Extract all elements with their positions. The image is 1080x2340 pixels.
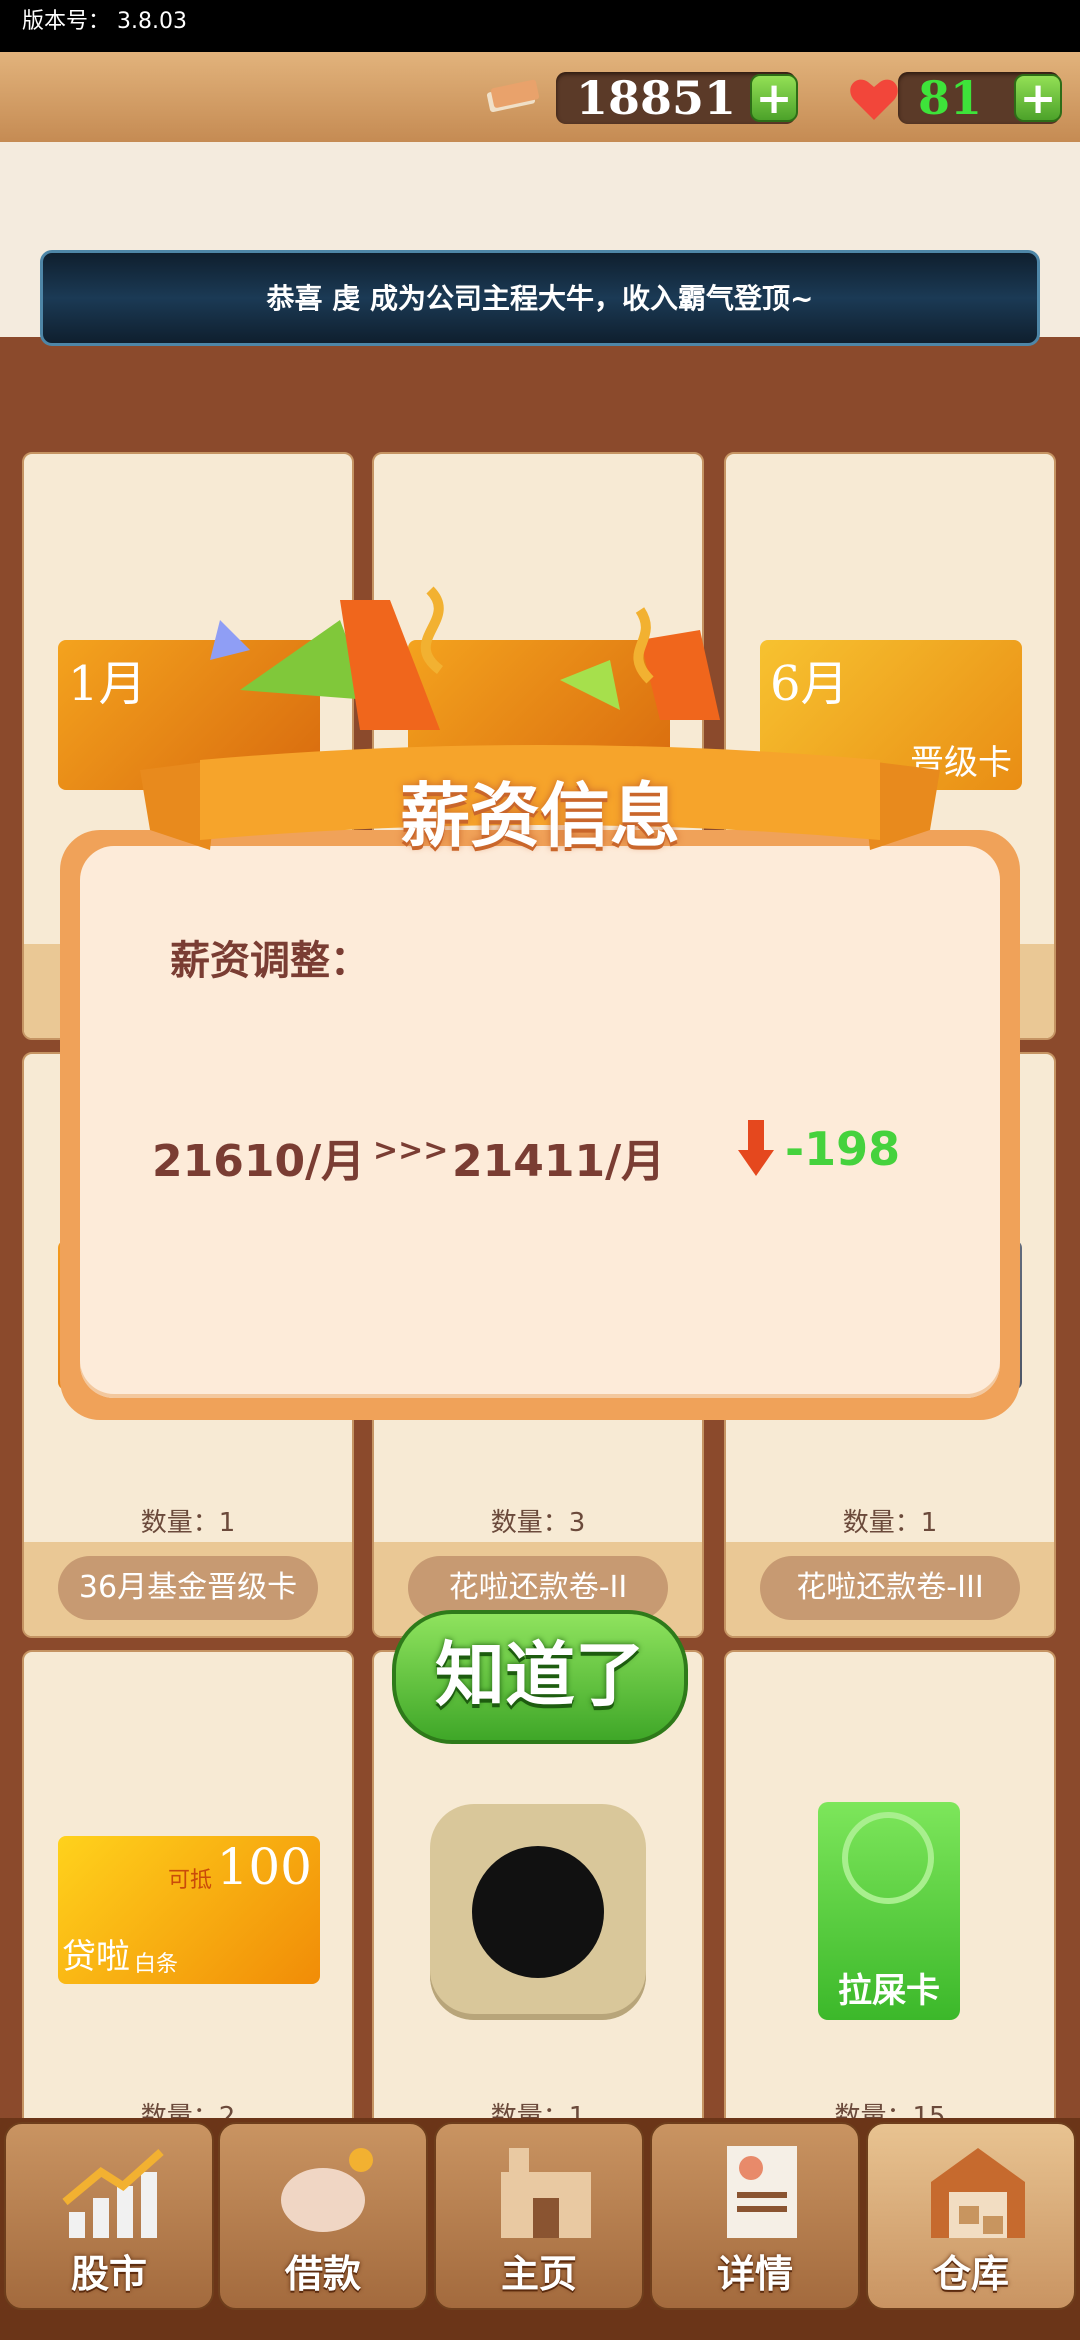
money-icon: [484, 78, 544, 116]
nav-label: 仓库: [932, 2252, 1009, 2296]
confirm-button[interactable]: 知道了: [392, 1610, 688, 1744]
add-hearts-button[interactable]: +: [1014, 74, 1062, 122]
nav-label: 主页: [500, 2252, 577, 2296]
item-quantity: 数量：1: [140, 1508, 236, 1538]
item-quantity: 数量：1: [842, 1508, 938, 1538]
item-name: 花啦还款卷-III: [760, 1556, 1020, 1620]
top-resource-bar: 18851 + 81 +: [0, 52, 1080, 144]
status-bar: 版本号： 3.8.03: [0, 0, 1080, 52]
chart-up-icon: [61, 2142, 164, 2242]
loan-card-art: 可抵 100 贷啦 白条: [58, 1836, 320, 1984]
arrow-down-icon: [738, 1120, 774, 1176]
house-icon: [491, 2142, 591, 2242]
nav-stocks[interactable]: 股市: [4, 2122, 214, 2310]
salary-delta: -198: [785, 1122, 901, 1176]
card-art-brand: 贷啦: [62, 1937, 130, 1977]
resume-icon: [707, 2142, 807, 2242]
dialog-title: 薪资信息: [400, 775, 680, 857]
nav-label: 股市: [70, 2252, 147, 2296]
nav-details[interactable]: 详情: [650, 2122, 860, 2310]
salary-adjust-label: 薪资调整：: [170, 938, 370, 984]
add-money-button[interactable]: +: [750, 74, 798, 122]
salary-arrow: >>>: [373, 1133, 449, 1168]
card-art-brand-sub: 白条: [134, 1952, 179, 1977]
item-footer: 36月基金晋级卡: [24, 1542, 352, 1636]
item-footer: 花啦还款卷-III: [726, 1542, 1054, 1636]
nav-label: 借款: [284, 2252, 361, 2296]
item-name: 36月基金晋级卡: [58, 1556, 318, 1620]
notice-marquee: 恭喜 虔 成为公司主程大牛，收入霸气登顶~: [40, 250, 1040, 346]
nav-loans[interactable]: 借款: [218, 2122, 428, 2310]
item-quantity: 数量：3: [490, 1508, 586, 1538]
nav-label: 详情: [716, 2252, 793, 2296]
version-text: 版本号： 3.8.03: [22, 9, 187, 34]
nav-home[interactable]: 主页: [434, 2122, 644, 2310]
warehouse-icon: [923, 2142, 1025, 2242]
nav-warehouse[interactable]: 仓库: [866, 2122, 1076, 2310]
notice-text: 恭喜 虔 成为公司主程大牛，收入霸气登顶~: [266, 282, 814, 315]
hole-card-art: [430, 1804, 646, 2020]
hole-icon: [472, 1846, 604, 1978]
card-art-top: 可抵: [168, 1868, 213, 1893]
heart-icon: [848, 76, 900, 122]
old-salary: 21610/月: [152, 1136, 366, 1187]
item-cell-7[interactable]: 可抵 100 贷啦 白条 数量：2: [22, 1650, 354, 2130]
hearts-value: 81: [918, 71, 983, 125]
bottom-nav: 股市 借款 主页 详情 仓库: [0, 2118, 1080, 2340]
new-salary: 21411/月: [452, 1136, 666, 1187]
card-art-text: 1月: [68, 656, 147, 712]
money-value: 18851: [576, 71, 737, 125]
clock-icon: [842, 1812, 934, 1904]
card-art-label: 拉屎卡: [838, 1971, 940, 2011]
piggy-bank-icon: [275, 2142, 375, 2242]
item-cell-9[interactable]: 拉屎卡 数量：15: [724, 1650, 1056, 2130]
poop-card-art: 拉屎卡: [818, 1802, 960, 2020]
card-art-value: 100: [216, 1838, 312, 1896]
